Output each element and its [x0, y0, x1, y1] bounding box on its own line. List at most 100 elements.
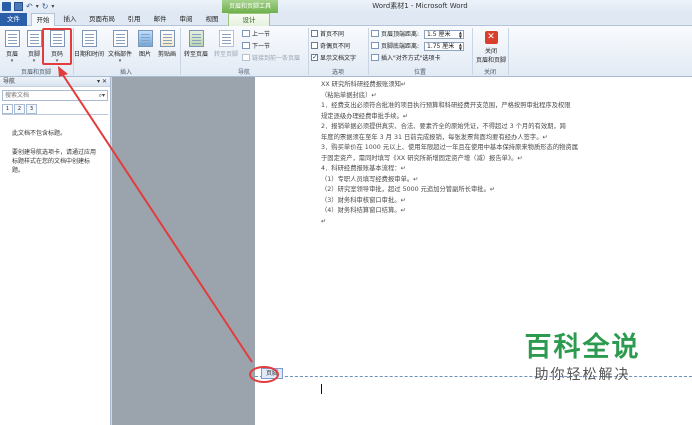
- show-document-text-checkbox[interactable]: 显示文档文字: [311, 52, 356, 64]
- footer-highlight-circle: [249, 366, 279, 383]
- text-cursor: [321, 384, 322, 394]
- clip-art-button[interactable]: 剪贴画: [156, 29, 178, 67]
- header-icon: [4, 30, 20, 47]
- navigation-pane: 导航 ▾ ✕ 搜索文档 ⌕▾ 1 2 3 此文档不包含标题。 要创建导航选项卡，…: [0, 77, 111, 425]
- group-divider: [180, 28, 181, 75]
- navigation-pane-header: 导航 ▾ ✕: [0, 77, 110, 87]
- text-line[interactable]: （粘贴单据封底）↵: [321, 91, 666, 102]
- undo-icon[interactable]: ↶: [26, 2, 33, 11]
- text-line[interactable]: （2）研究室领导审批，超过 5000 元追加分管副所长审批。↵: [321, 185, 666, 196]
- watermark: 百科全说 助你轻松解决: [495, 330, 670, 395]
- close-header-footer-button[interactable]: ✕ 关闭 页眉和页脚: [476, 31, 506, 64]
- text-line[interactable]: 4．科研经费报账基本流程：↵: [321, 164, 666, 175]
- goto-footer-icon: [218, 30, 234, 47]
- group-label-options: 选项: [331, 69, 344, 76]
- word-app-icon[interactable]: [2, 2, 11, 11]
- text-line[interactable]: 3．购买单价在 1000 元以上、使用年限超过一年且在使用中基本保持原来物质形态…: [321, 143, 666, 154]
- text-line[interactable]: 1．经费支出必须符合批准的项目执行预算和科研经费开支范围，严格按照审批程序及权限: [321, 101, 666, 112]
- tab-references[interactable]: 引用: [122, 13, 146, 26]
- goto-header-icon: [188, 30, 204, 47]
- text-line[interactable]: （1）专职人员填写经费报审单。↵: [321, 175, 666, 186]
- goto-header-label: 转至页眉: [183, 51, 208, 58]
- quick-parts-button[interactable]: 文档部件 ▾: [106, 29, 134, 67]
- context-tool-title: 页眉和页脚工具: [222, 0, 278, 13]
- different-odd-even-label: 奇偶页不同: [320, 43, 351, 50]
- tab-mailings[interactable]: 邮件: [148, 13, 172, 26]
- title-bar: ↶ ▾ ↻ ▾ 页眉和页脚工具 Word素材1 - Microsoft Word: [0, 0, 692, 13]
- tab-browse-pages[interactable]: 2: [14, 104, 25, 114]
- text-line[interactable]: （4）财务科结算窗口结算。↵: [321, 206, 666, 217]
- chevron-down-icon: ▾: [32, 58, 36, 64]
- next-section-button[interactable]: 下一节: [242, 42, 270, 52]
- spin-arrows-icon[interactable]: ▲ ▼: [459, 31, 462, 39]
- watermark-title: 百科全说: [524, 332, 641, 363]
- previous-section-label: 上一节: [252, 31, 271, 38]
- footer-position-icon: [371, 42, 379, 49]
- header-position-icon: [371, 30, 379, 37]
- tab-browse-results[interactable]: 3: [26, 104, 37, 114]
- header-button[interactable]: 页眉 ▾: [2, 29, 22, 67]
- footer-button[interactable]: 页脚 ▾: [24, 29, 44, 67]
- group-divider: [472, 28, 473, 75]
- document-body[interactable]: XX 研究所科研经费报账须知↵ （粘贴单据封底）↵ 1．经费支出必须符合批准的项…: [321, 80, 666, 227]
- navigation-pane-title: 导航: [3, 78, 16, 85]
- insert-alignment-tab-button[interactable]: 插入"对齐方式"选项卡: [371, 54, 441, 64]
- link-icon: [242, 54, 250, 61]
- tab-review[interactable]: 审阅: [174, 13, 198, 26]
- quick-parts-icon: [112, 30, 128, 47]
- different-first-page-label: 首页不同: [320, 31, 345, 38]
- group-label-navigation: 导航: [237, 69, 250, 76]
- spin-arrows-icon[interactable]: ▲ ▼: [459, 43, 462, 51]
- picture-label: 图片: [138, 51, 151, 58]
- header-from-top-stepper[interactable]: 1.5 厘米 ▲ ▼: [424, 30, 464, 39]
- close-button-line1: 关闭: [484, 48, 497, 55]
- chevron-down-icon[interactable]: ▾: [36, 3, 39, 10]
- header-button-label: 页眉: [5, 51, 18, 58]
- no-headings-message: 此文档不包含标题。: [12, 130, 67, 137]
- text-line[interactable]: ↵: [321, 217, 666, 228]
- tab-home[interactable]: 开始: [31, 13, 55, 26]
- tab-browse-headings[interactable]: 1: [2, 104, 13, 114]
- goto-header-button[interactable]: 转至页眉: [182, 29, 210, 67]
- footer-from-bottom-value: 1.75 厘米: [427, 43, 455, 50]
- tab-page-layout[interactable]: 页面布局: [86, 13, 118, 26]
- date-time-button[interactable]: 日期和时间: [74, 29, 104, 67]
- picture-button[interactable]: 图片: [136, 29, 154, 67]
- save-icon[interactable]: [14, 2, 23, 11]
- text-line[interactable]: 于固定资产，需同时填写《XX 研究所新增固定资产增（减）报告单》。↵: [321, 154, 666, 165]
- link-to-previous-button[interactable]: 链接到前一条页眉: [242, 54, 300, 64]
- text-line[interactable]: 年度的票据须在至年 3 月 31 日前完成报销，每张发票背面均要有经办人签字。↵: [321, 133, 666, 144]
- header-from-top-label: 页眉顶端距离:: [371, 30, 419, 40]
- group-label-header-footer: 页眉和页脚: [20, 69, 51, 76]
- goto-footer-button[interactable]: 转至页脚: [212, 29, 240, 67]
- ribbon: 页眉 ▾ 页脚 ▾ 页码 ▾ 页眉和页脚 日期和时间 文档部件 ▾ 图片 剪贴画…: [0, 26, 692, 77]
- clip-art-label: 剪贴画: [157, 51, 176, 58]
- search-document-input[interactable]: 搜索文档 ⌕▾: [2, 90, 108, 101]
- group-divider: [508, 28, 509, 75]
- tab-file[interactable]: 文件: [0, 13, 27, 26]
- text-line[interactable]: 规定逐级办理经费审批手续。↵: [321, 112, 666, 123]
- previous-section-button[interactable]: 上一节: [242, 30, 270, 40]
- close-icon[interactable]: ▾ ✕: [97, 77, 107, 87]
- group-divider: [308, 28, 309, 75]
- quick-access-toolbar: ↶ ▾ ↻ ▾: [2, 1, 54, 12]
- different-first-page-checkbox[interactable]: 首页不同: [311, 30, 344, 40]
- tab-view[interactable]: 视图: [200, 13, 224, 26]
- header-from-top-value: 1.5 厘米: [427, 31, 451, 38]
- footer-from-bottom-label: 页脚底端距离:: [371, 42, 419, 52]
- text-line[interactable]: XX 研究所科研经费报账须知↵: [321, 80, 666, 91]
- next-section-label: 下一节: [252, 43, 271, 50]
- tab-design[interactable]: 设计: [228, 13, 270, 26]
- text-line[interactable]: （3）财务科审核窗口审批。↵: [321, 196, 666, 207]
- footer-from-bottom-stepper[interactable]: 1.75 厘米 ▲ ▼: [424, 42, 464, 51]
- footer-button-label: 页脚: [27, 51, 40, 58]
- redo-icon[interactable]: ↻: [42, 2, 49, 11]
- search-icon[interactable]: ⌕▾: [99, 91, 105, 100]
- customize-qat-icon[interactable]: ▾: [51, 3, 54, 10]
- create-headings-hint: 要创建导航选项卡，请通过应用标题样式在您的文档中创建标题。: [12, 149, 97, 174]
- link-to-previous-label: 链接到前一条页眉: [252, 55, 301, 62]
- tab-insert[interactable]: 插入: [58, 13, 82, 26]
- different-odd-even-checkbox[interactable]: 奇偶页不同: [311, 42, 350, 52]
- text-line[interactable]: 2．报销单据必须提供真实、合法、要素齐全的原始凭证，不得超过 3 个月的有效期，…: [321, 122, 666, 133]
- window-title: Word素材1 - Microsoft Word: [372, 2, 468, 10]
